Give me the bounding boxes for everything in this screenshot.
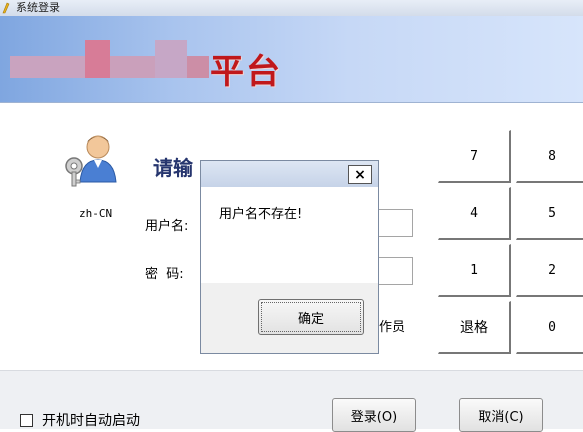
key-4[interactable]: 4 [438, 187, 511, 240]
cancel-button[interactable]: 取消(C) [459, 398, 543, 432]
username-field[interactable] [378, 209, 413, 237]
close-icon[interactable]: × [348, 165, 372, 184]
redacted-block [187, 56, 209, 78]
banner-title: 平台 [210, 52, 282, 92]
language-label: zh-CN [79, 207, 113, 220]
ok-button[interactable]: 确定 [258, 299, 364, 335]
dialog-message-area [201, 187, 378, 283]
window-titlebar: 系统登录 [0, 0, 583, 16]
login-prompt: 请输 [153, 156, 193, 180]
login-button[interactable]: 登录(O) [332, 398, 416, 432]
username-label: 用户名: [145, 219, 189, 234]
key-backspace[interactable]: 退格 [438, 301, 511, 354]
password-field[interactable] [378, 257, 413, 285]
window-title: 系统登录 [16, 1, 60, 14]
key-icon [2, 2, 10, 14]
user-key-icon [65, 135, 117, 187]
redacted-block [10, 56, 85, 78]
password-label: 密 码: [145, 267, 184, 282]
autostart-checkbox[interactable] [20, 414, 33, 427]
redacted-block [85, 40, 110, 78]
key-5[interactable]: 5 [516, 187, 583, 240]
key-8[interactable]: 8 [516, 130, 583, 183]
error-dialog: × 用户名不存在! 确定 [200, 160, 379, 354]
key-7[interactable]: 7 [438, 130, 511, 183]
numeric-keypad: 7 8 4 5 1 2 退格 0 [438, 130, 583, 366]
key-1[interactable]: 1 [438, 244, 511, 297]
key-2[interactable]: 2 [516, 244, 583, 297]
redacted-block [110, 56, 155, 78]
autostart-label: 开机时自动启动 [42, 413, 140, 429]
redacted-block [155, 40, 187, 78]
operator-label: 作员 [379, 320, 406, 335]
key-0[interactable]: 0 [516, 301, 583, 354]
dialog-message: 用户名不存在! [219, 207, 303, 222]
header-banner: 平台 [0, 16, 583, 103]
